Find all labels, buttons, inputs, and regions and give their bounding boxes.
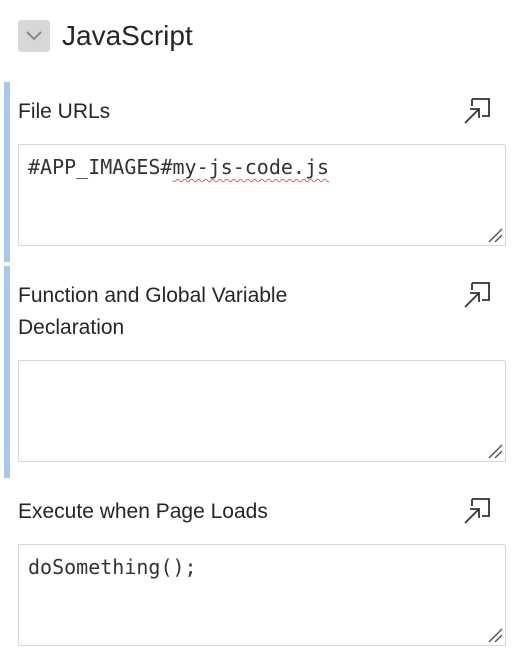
function-declaration-label: Function and Global Variable Declaration — [18, 280, 287, 344]
page-load-field: Execute when Page Loads doSomething(); — [0, 482, 518, 664]
page-load-label: Execute when Page Loads — [18, 500, 268, 523]
expand-icon — [464, 98, 490, 124]
resize-grip-icon[interactable] — [487, 443, 503, 459]
collapse-toggle-button[interactable] — [18, 20, 50, 52]
function-declaration-expand-button[interactable] — [460, 278, 494, 312]
page-load-expand-button[interactable] — [460, 494, 494, 528]
region-title: JavaScript — [62, 20, 193, 51]
page-load-value: doSomething(); — [28, 555, 197, 579]
file-urls-label: File URLs — [18, 100, 111, 123]
resize-grip-icon[interactable] — [487, 227, 503, 243]
function-declaration-label-line2: Declaration — [18, 316, 125, 339]
file-urls-field: File URLs #APP_IMAGES#my-js-code.js — [0, 82, 518, 262]
chevron-down-icon — [26, 31, 42, 41]
file-urls-input[interactable]: #APP_IMAGES#my-js-code.js — [18, 144, 506, 246]
function-declaration-field: Function and Global Variable Declaration — [0, 266, 518, 478]
expand-icon — [464, 498, 490, 524]
file-urls-expand-button[interactable] — [460, 94, 494, 128]
expand-icon — [464, 282, 490, 308]
file-urls-value-prefix: #APP_IMAGES# — [28, 155, 173, 179]
function-declaration-input[interactable] — [18, 360, 506, 462]
page-load-input[interactable]: doSomething(); — [18, 544, 506, 646]
region-header: JavaScript — [0, 0, 518, 80]
resize-grip-icon[interactable] — [487, 627, 503, 643]
function-declaration-label-line1: Function and Global Variable — [18, 284, 288, 307]
file-urls-value-flagged: my-js-code.js — [172, 155, 330, 179]
